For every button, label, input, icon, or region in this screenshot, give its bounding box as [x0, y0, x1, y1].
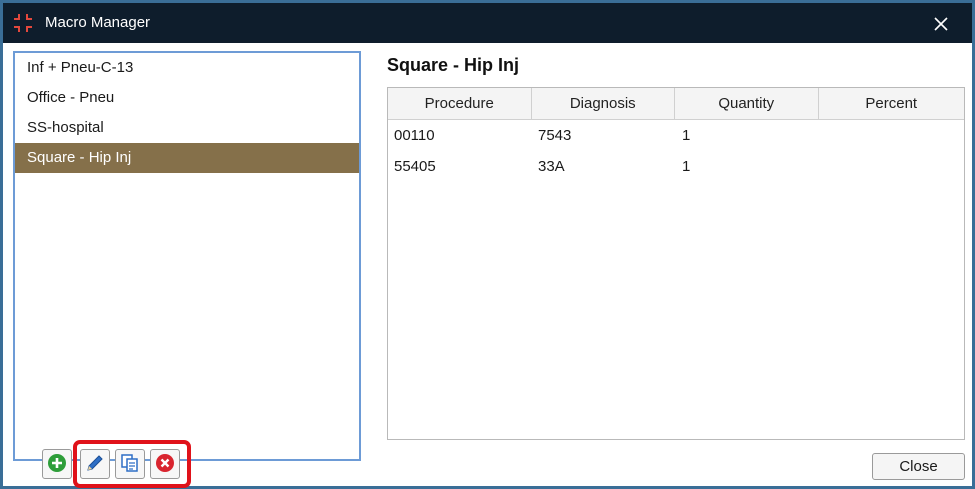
close-button[interactable]: Close [872, 453, 965, 480]
cell-procedure: 55405 [394, 158, 436, 175]
title-bar: Macro Manager [3, 3, 972, 43]
table-row[interactable]: 00110 7543 1 [388, 120, 964, 151]
column-header-percent[interactable]: Percent [819, 88, 964, 119]
cell-quantity: 1 [682, 158, 691, 175]
delete-macro-button[interactable] [150, 449, 180, 479]
cell-procedure: 00110 [394, 127, 435, 144]
window-close-icon[interactable] [929, 12, 953, 36]
cell-diagnosis: 33A [538, 158, 565, 175]
copy-icon [120, 453, 140, 476]
macro-list-item[interactable]: Office - Pneu [15, 83, 359, 113]
delete-circle-icon [155, 453, 175, 476]
column-header-quantity[interactable]: Quantity [675, 88, 819, 119]
detail-title: Square - Hip Inj [387, 55, 520, 75]
pencil-icon [85, 453, 105, 476]
cell-quantity: 1 [682, 127, 691, 144]
macro-list: Inf + Pneu-C-13 Office - Pneu SS-hospita… [13, 51, 361, 461]
cell-diagnosis: 7543 [538, 127, 572, 144]
macro-list-item[interactable]: SS-hospital [15, 113, 359, 143]
cell-percent [820, 120, 964, 151]
column-header-procedure[interactable]: Procedure [388, 88, 532, 119]
macro-list-item[interactable]: Inf + Pneu-C-13 [15, 53, 359, 83]
macro-detail-table: Procedure Diagnosis Quantity Percent 001… [387, 87, 965, 440]
cell-percent [820, 151, 964, 182]
table-header: Procedure Diagnosis Quantity Percent [388, 88, 964, 120]
plus-circle-icon [47, 453, 67, 476]
copy-macro-button[interactable] [115, 449, 145, 479]
macro-manager-window: Macro Manager Inf + Pneu-C-13 Office - P… [0, 0, 975, 489]
table-row[interactable]: 55405 33A 1 [388, 151, 964, 182]
column-header-diagnosis[interactable]: Diagnosis [532, 88, 675, 119]
edit-macro-button[interactable] [80, 449, 110, 479]
add-macro-button[interactable] [42, 449, 72, 479]
app-logo-icon [13, 13, 33, 33]
macro-list-item-selected[interactable]: Square - Hip Inj [15, 143, 359, 173]
window-title: Macro Manager [45, 14, 151, 31]
